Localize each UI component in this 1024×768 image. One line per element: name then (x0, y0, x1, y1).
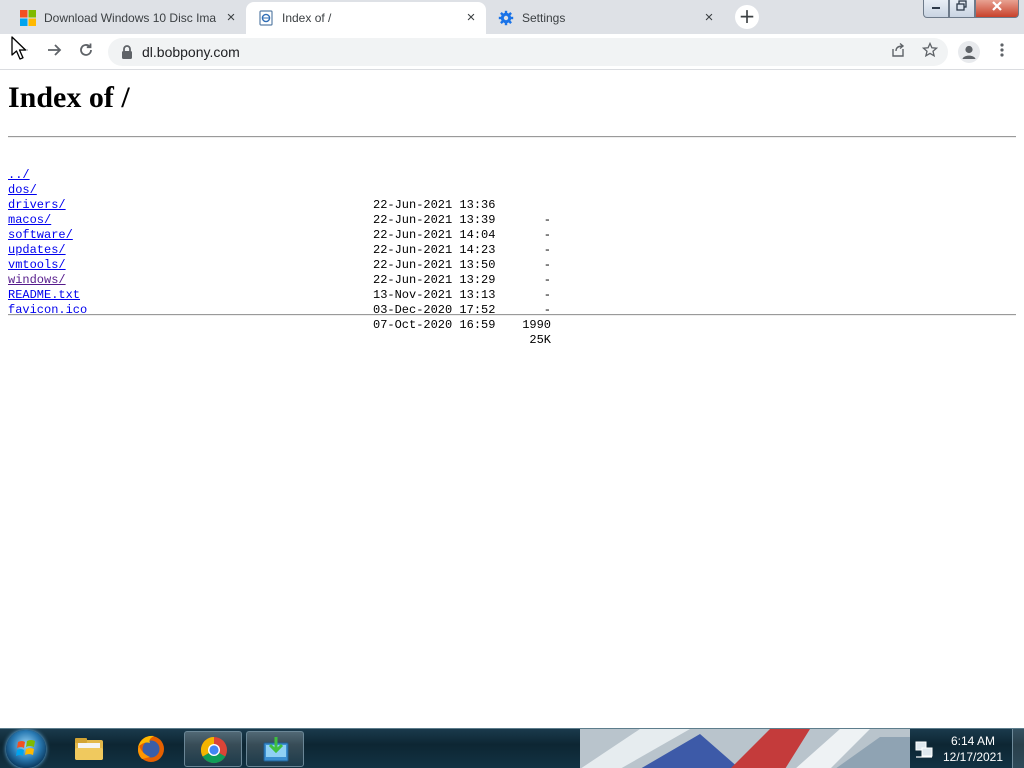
taskbar-chrome[interactable] (184, 731, 242, 767)
close-tab-icon[interactable]: × (222, 9, 240, 27)
more-vert-icon (1000, 43, 1004, 57)
minimize-window-button[interactable] (923, 0, 949, 18)
taskbar: 6:14 AM 12/17/2021 (0, 728, 1024, 768)
browser-toolbar: dl.bobpony.com (0, 34, 1024, 70)
close-window-button[interactable] (975, 0, 1019, 18)
tab-settings[interactable]: Settings × (486, 2, 724, 34)
list-item: README.txt 03-Dec-2020 17:52 1990 (8, 273, 551, 332)
address-url: dl.bobpony.com (142, 44, 240, 60)
taskbar-file-explorer[interactable] (60, 731, 118, 767)
windows-logo-icon (20, 10, 36, 26)
list-item: ../ (8, 153, 51, 182)
tab-index-of[interactable]: Index of / × (246, 2, 486, 34)
entry-date: 22-Jun-2021 13:29 (373, 273, 496, 287)
entry-date: 22-Jun-2021 13:50 (373, 258, 496, 272)
clock-time: 6:14 AM (950, 734, 996, 748)
directory-listing: ../ dos/ 22-Jun-2021 13:36 - drivers/ 22… (8, 153, 551, 347)
profile-button[interactable] (958, 41, 980, 63)
lock-icon (122, 45, 132, 59)
entry-size: 1990 (522, 318, 551, 332)
network-icon[interactable] (914, 739, 934, 759)
chrome-icon (200, 736, 227, 764)
settings-gear-icon (498, 10, 514, 26)
reload-icon (80, 43, 92, 56)
arrow-right-icon (48, 44, 62, 56)
share-button[interactable] (888, 42, 908, 62)
restore-window-button[interactable] (949, 0, 975, 18)
forward-button[interactable] (44, 42, 64, 62)
divider (8, 136, 1016, 138)
list-item: favicon.ico 07-Oct-2020 16:59 25K (8, 288, 551, 347)
restore-icon (956, 0, 967, 11)
share-icon (892, 42, 905, 57)
avatar-icon (962, 45, 976, 59)
taskbar-downloader[interactable] (246, 731, 304, 767)
list-item: software/ 22-Jun-2021 14:23 - (8, 213, 551, 272)
star-icon (921, 41, 939, 58)
address-bar[interactable]: dl.bobpony.com (108, 38, 948, 66)
minimize-icon (932, 7, 940, 9)
reload-button[interactable] (76, 42, 96, 62)
wallpaper-strip (580, 729, 910, 768)
entry-size: - (543, 258, 551, 272)
entry-size: - (543, 273, 551, 287)
bookmark-star-button[interactable] (920, 41, 940, 62)
entry-size: - (543, 228, 551, 242)
close-tab-icon[interactable]: × (462, 9, 480, 27)
entry-size: - (543, 243, 551, 257)
list-item: windows/ 13-Nov-2021 13:13 - (8, 258, 551, 317)
windows-orb-icon (16, 740, 35, 756)
browser-menu-button[interactable] (992, 42, 1012, 62)
list-item: vmtools/ 22-Jun-2021 13:29 - (8, 243, 551, 302)
start-button[interactable] (6, 730, 46, 768)
taskbar-firefox[interactable] (122, 731, 180, 767)
list-item: updates/ 22-Jun-2021 13:50 - (8, 228, 551, 287)
tab-title: Settings (522, 11, 566, 25)
list-item: macos/ 22-Jun-2021 14:04 - (8, 198, 551, 257)
show-desktop-button[interactable] (1012, 729, 1024, 768)
list-item: dos/ 22-Jun-2021 13:36 - (8, 168, 551, 227)
entry-size: - (543, 213, 551, 227)
file-explorer-icon (75, 738, 103, 760)
tab-title: Index of / (282, 11, 332, 25)
clock-date: 12/17/2021 (942, 750, 1004, 764)
entry-date: 22-Jun-2021 14:23 (373, 243, 496, 257)
entry-size: 25K (529, 333, 551, 347)
entry-date: 22-Jun-2021 13:39 (373, 213, 496, 227)
entry-date: 22-Jun-2021 13:36 (373, 198, 496, 212)
entry-date: 07-Oct-2020 16:59 (373, 318, 496, 332)
entry-date: 13-Nov-2021 13:13 (373, 288, 496, 302)
list-item: drivers/ 22-Jun-2021 13:39 - (8, 183, 551, 242)
entry-size: - (543, 288, 551, 302)
tab-title: Download Windows 10 Disc Ima (44, 11, 217, 25)
divider (8, 314, 1016, 316)
page-title: Index of / (8, 81, 130, 114)
new-tab-button[interactable]: + (735, 5, 759, 29)
close-icon (992, 1, 1002, 11)
tab-strip: Download Windows 10 Disc Ima × Index of … (0, 0, 1024, 34)
firefox-icon (138, 735, 164, 762)
mouse-cursor-icon (11, 36, 27, 60)
document-page-icon (259, 10, 273, 26)
close-tab-icon[interactable]: × (700, 9, 718, 27)
page-content: Index of / ../ dos/ 22-Jun-2021 13:36 - … (0, 71, 1024, 728)
entry-date: 22-Jun-2021 14:04 (373, 228, 496, 242)
system-clock[interactable]: 6:14 AM 12/17/2021 (940, 733, 1006, 765)
downloader-app-icon (263, 737, 289, 762)
tab-windows-download[interactable]: Download Windows 10 Disc Ima × (8, 2, 246, 34)
